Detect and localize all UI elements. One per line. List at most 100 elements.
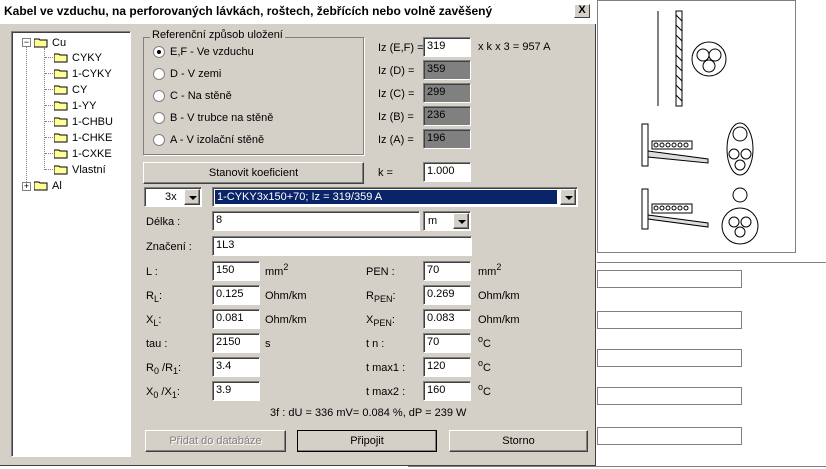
length-unit-select[interactable]: m [423, 211, 471, 231]
tree-label: Vlastní [72, 163, 106, 176]
tree-collapse-icon[interactable]: − [22, 38, 31, 47]
param-symbol: t max2 : [366, 386, 406, 398]
current-field[interactable]: 319 [423, 37, 471, 57]
cancel-button[interactable]: Storno [449, 430, 588, 452]
cable-type-tree[interactable]: − Cu CYKY 1-CYKY CY 1-YY 1-CHBU 1-CHKE 1-CXKE V… [11, 31, 131, 457]
tree-node-item[interactable]: CY [54, 82, 87, 97]
param-unit: mm2 [265, 262, 288, 278]
param-field[interactable]: 120 [423, 357, 471, 377]
chevron-down-icon[interactable] [560, 189, 576, 205]
unit-text: Ohm/km [265, 290, 307, 302]
tree-label: CYKY [72, 51, 102, 64]
method-radio-label[interactable]: C - Na stěně [170, 90, 232, 102]
param-field[interactable]: 2150 [212, 333, 260, 353]
param-symbol: t max1 : [366, 362, 406, 374]
title-bar[interactable]: Kabel ve vzduchu, na perforovaných lávká… [0, 0, 596, 24]
param-label: tau : [146, 338, 167, 350]
tree-node-item[interactable]: 1-CHBU [54, 114, 113, 129]
tree-node-cu[interactable]: Cu [34, 35, 66, 50]
folder-icon [54, 52, 68, 63]
folder-icon [54, 84, 68, 95]
param-field[interactable]: 70 [423, 333, 471, 353]
tree-expand-icon[interactable]: + [22, 182, 31, 191]
method-radio[interactable] [153, 134, 165, 146]
close-button[interactable]: X [574, 4, 590, 18]
folder-icon [54, 68, 68, 79]
tree-node-item[interactable]: Vlastní [54, 162, 106, 177]
tree-node-al[interactable]: Al [34, 178, 62, 193]
ratio-colon: : [176, 386, 180, 398]
param-label: XPEN: [366, 314, 395, 328]
tree-node-item[interactable]: 1-CYKY [54, 66, 112, 81]
param-field[interactable]: 0.125 [212, 285, 260, 305]
method-radio[interactable] [153, 46, 165, 58]
method-radio-label[interactable]: A - V izolační stěně [170, 134, 264, 146]
tree-label: Al [52, 179, 62, 192]
length-field[interactable]: 8 [212, 211, 420, 231]
param-field[interactable]: 70 [423, 261, 471, 281]
unit-superscript: 2 [283, 262, 289, 272]
current-field: 359 [423, 60, 471, 80]
bg-field[interactable] [597, 311, 742, 329]
tree-line [45, 153, 53, 154]
method-radio[interactable] [153, 90, 165, 102]
tree-line [45, 105, 53, 106]
coef-field[interactable]: 1.000 [423, 162, 471, 182]
current-field: 236 [423, 106, 471, 126]
window-title: Kabel ve vzduchu, na perforovaných lávká… [4, 4, 493, 18]
param-field[interactable]: 160 [423, 381, 471, 401]
current-label: Iz (A) = [378, 134, 414, 146]
determine-coefficient-button[interactable]: Stanovit koeficient [143, 162, 364, 184]
param-symbol: t n : [366, 338, 385, 350]
length-unit-value: m [428, 215, 438, 227]
unit-text: C [483, 386, 491, 398]
param-label: R0 /R1: [146, 362, 181, 376]
folder-icon [54, 116, 68, 127]
count-value: 3x [165, 191, 177, 203]
param-colon: : [158, 314, 162, 326]
bg-field[interactable] [597, 427, 742, 445]
chevron-down-icon[interactable] [453, 213, 469, 229]
method-radio-label[interactable]: B - V trubce na stěně [170, 112, 273, 124]
current-field: 299 [423, 83, 471, 103]
param-subscript: 1 [171, 390, 177, 400]
count-select[interactable]: 3x [144, 187, 202, 207]
tree-node-item[interactable]: 1-CHKE [54, 130, 112, 145]
tree-line [26, 46, 27, 186]
param-colon: : [392, 290, 396, 302]
param-field[interactable]: 3.4 [212, 357, 260, 377]
unit-superscript: o [478, 358, 484, 368]
folder-icon [54, 100, 68, 111]
chevron-down-icon[interactable] [184, 189, 200, 205]
method-radio-label[interactable]: E,F - Ve vzduchu [170, 46, 254, 58]
param-field[interactable]: 150 [212, 261, 260, 281]
param-subscript: PEN [373, 294, 393, 304]
marking-field[interactable]: 1L3 [212, 236, 472, 256]
param-symbol: R [146, 290, 154, 302]
param-unit: Ohm/km [265, 314, 307, 326]
tree-node-item[interactable]: 1-CXKE [54, 146, 112, 161]
method-radio[interactable] [153, 68, 165, 80]
param-field[interactable]: 0.269 [423, 285, 471, 305]
method-radio[interactable] [153, 112, 165, 124]
unit-text: Ohm/km [265, 314, 307, 326]
bg-field[interactable] [597, 387, 742, 405]
connect-button[interactable]: Připojit [297, 430, 437, 452]
tree-line [45, 57, 53, 58]
param-label: t max2 : [366, 386, 405, 398]
bg-field[interactable] [597, 270, 742, 288]
tree-line [45, 73, 53, 74]
param-field[interactable]: 3.9 [212, 381, 260, 401]
param-field[interactable]: 0.083 [423, 309, 471, 329]
cable-select[interactable]: 1-CYKY3x150+70; Iz = 319/359 A [212, 187, 578, 207]
unit-text: C [483, 362, 491, 374]
tree-node-item[interactable]: 1-YY [54, 98, 96, 113]
method-group-title: Referenční způsob uložení [150, 29, 285, 41]
param-field[interactable]: 0.081 [212, 309, 260, 329]
unit-text: Ohm/km [478, 290, 520, 302]
tree-node-item[interactable]: CYKY [54, 50, 102, 65]
param-subscript: 0 [153, 366, 159, 376]
method-radio-label[interactable]: D - V zemi [170, 68, 221, 80]
param-label: t max1 : [366, 362, 405, 374]
bg-field[interactable] [597, 349, 742, 367]
